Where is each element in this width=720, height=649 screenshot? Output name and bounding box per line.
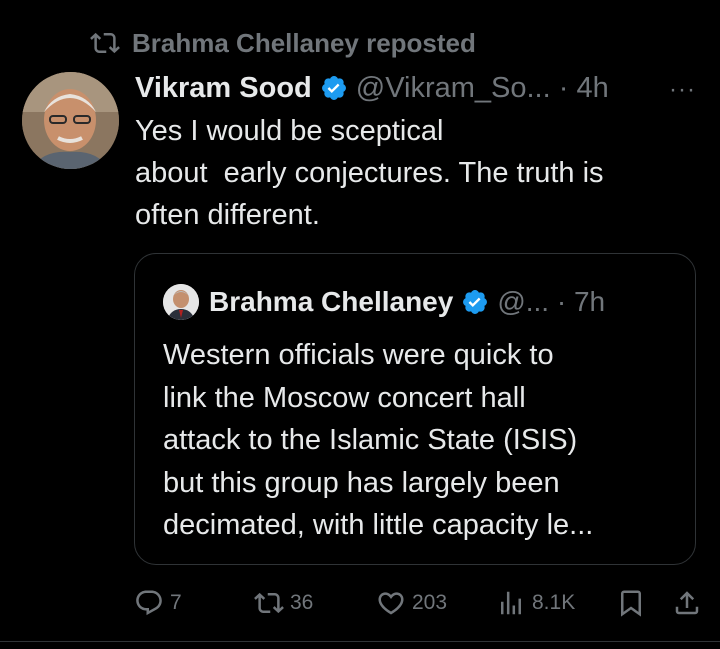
quote-text-line: Western officials were quick to <box>163 339 554 371</box>
avatar[interactable] <box>22 72 119 169</box>
reply-icon <box>136 590 162 616</box>
views-button[interactable]: 8.1K <box>496 583 575 623</box>
author-handle[interactable]: @Vikram_So... <box>356 72 551 105</box>
separator-dot: · <box>550 71 577 104</box>
bookmark-button[interactable] <box>616 583 652 623</box>
repost-count: 36 <box>290 591 314 614</box>
reply-count: 7 <box>170 591 182 614</box>
verified-badge-icon <box>463 290 488 314</box>
repost-icon <box>90 32 120 54</box>
separator-dot: · <box>549 286 574 317</box>
quote-text: Western officials were quick to link the… <box>163 334 683 547</box>
repost-label: Brahma Chellaney reposted <box>132 27 476 58</box>
tweet-text-line: about early conjectures. The truth is <box>135 157 604 189</box>
action-bar: 7 36 203 8.1K <box>130 583 710 623</box>
share-icon <box>675 591 699 615</box>
quote-text-line: but this group has largely been <box>163 466 560 499</box>
quote-text-line: decimated, with little capacity le... <box>163 509 594 541</box>
share-button[interactable] <box>672 583 708 623</box>
repost-button[interactable]: 36 <box>254 583 313 623</box>
author-name[interactable]: Vikram Sood <box>135 72 312 105</box>
views-count: 8.1K <box>532 591 576 614</box>
tweet-header: Vikram Sood @Vikram_So... · 4h <box>135 68 700 108</box>
quote-author-name[interactable]: Brahma Chellaney <box>209 286 453 318</box>
more-options-icon[interactable]: ··· <box>669 76 696 104</box>
tweet-text-line: Yes I would be sceptical <box>135 115 444 147</box>
bookmark-icon <box>621 590 641 617</box>
quote-avatar <box>163 284 199 320</box>
like-count: 203 <box>412 591 448 614</box>
quote-header: Brahma Chellaney @... · 7h <box>163 284 605 320</box>
reply-button[interactable]: 7 <box>134 583 182 623</box>
heart-icon <box>378 592 404 615</box>
quote-text-line: link the Moscow concert hall <box>163 381 526 414</box>
quote-author-handle[interactable]: @... <box>497 286 549 318</box>
repost-context[interactable]: Brahma Chellaney reposted <box>90 28 476 58</box>
views-icon <box>501 591 521 615</box>
divider <box>0 641 720 642</box>
quote-time[interactable]: 7h <box>574 286 605 318</box>
verified-badge-icon <box>321 76 346 100</box>
tweet-text-line: often different. <box>135 199 320 231</box>
repost-icon <box>254 592 284 614</box>
tweet-text: Yes I would be sceptical about early conj… <box>135 110 695 236</box>
tweet-time[interactable]: 4h <box>576 72 608 105</box>
quote-text-line: attack to the Islamic State (ISIS) <box>163 424 578 456</box>
quote-tweet-card[interactable]: Brahma Chellaney @... · 7h Western offic… <box>134 253 696 565</box>
like-button[interactable]: 203 <box>376 583 447 623</box>
